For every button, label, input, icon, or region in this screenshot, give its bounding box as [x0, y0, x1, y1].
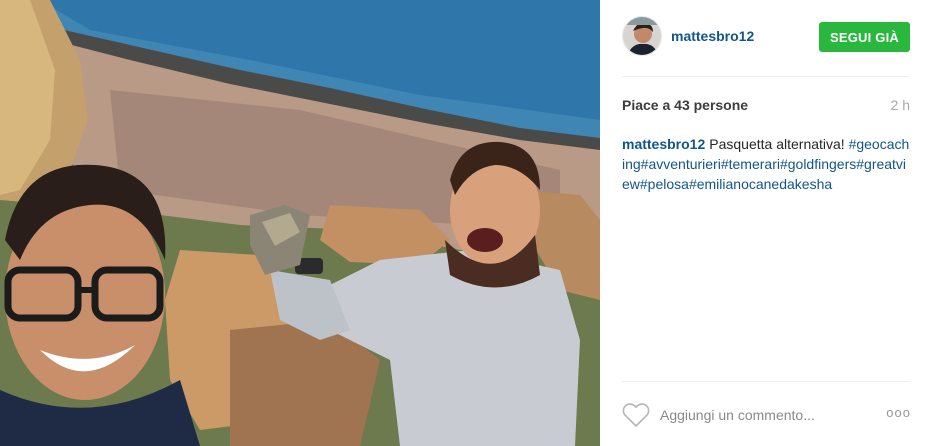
comments-divider	[622, 381, 910, 382]
caption-text: Pasquetta alternativa!	[709, 136, 845, 152]
post-timestamp[interactable]: 2 h	[891, 97, 910, 113]
header-divider	[622, 76, 910, 77]
caption-username[interactable]: mattesbro12	[622, 136, 705, 152]
post-photo[interactable]	[0, 0, 600, 446]
avatar[interactable]	[622, 16, 662, 56]
likes-count[interactable]: Piace a 43 persone	[622, 97, 748, 113]
author-username[interactable]: mattesbro12	[671, 28, 754, 44]
post-caption: mattesbro12 Pasquetta alternativa! #geoca…	[622, 134, 912, 194]
more-options-icon[interactable]: ooo	[886, 405, 911, 420]
follow-button[interactable]: SEGUI GIÀ	[819, 22, 910, 52]
post-details-panel: mattesbro12 SEGUI GIÀ Piace a 43 persone…	[600, 0, 931, 446]
comment-input[interactable]	[660, 404, 860, 426]
post-header: mattesbro12 SEGUI GIÀ	[622, 16, 910, 60]
photo-image	[0, 0, 600, 446]
heart-icon[interactable]	[622, 402, 650, 428]
avatar-image	[623, 17, 661, 55]
